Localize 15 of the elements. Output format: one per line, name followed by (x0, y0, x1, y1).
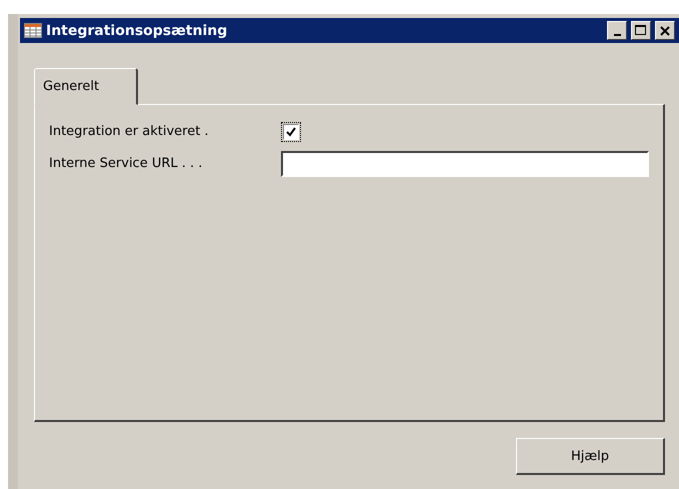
window-title: Integrationsopsætning (46, 22, 228, 38)
close-icon (660, 26, 670, 36)
table-icon (24, 23, 42, 38)
input-field[interactable] (281, 150, 649, 176)
checkmark-icon (285, 126, 297, 138)
close-button[interactable] (655, 21, 675, 40)
tab[interactable]: Generelt (34, 68, 138, 105)
checkbox[interactable] (281, 122, 301, 142)
maximize-icon (635, 25, 647, 36)
help-button[interactable]: Hjælp (516, 438, 665, 475)
minimize-icon (614, 34, 620, 36)
maximize-button[interactable] (631, 21, 651, 40)
minimize-button[interactable] (607, 21, 627, 40)
field-label: Interne Service URL . . . (49, 156, 204, 171)
field-label: Integration er aktiveret . (49, 124, 210, 139)
